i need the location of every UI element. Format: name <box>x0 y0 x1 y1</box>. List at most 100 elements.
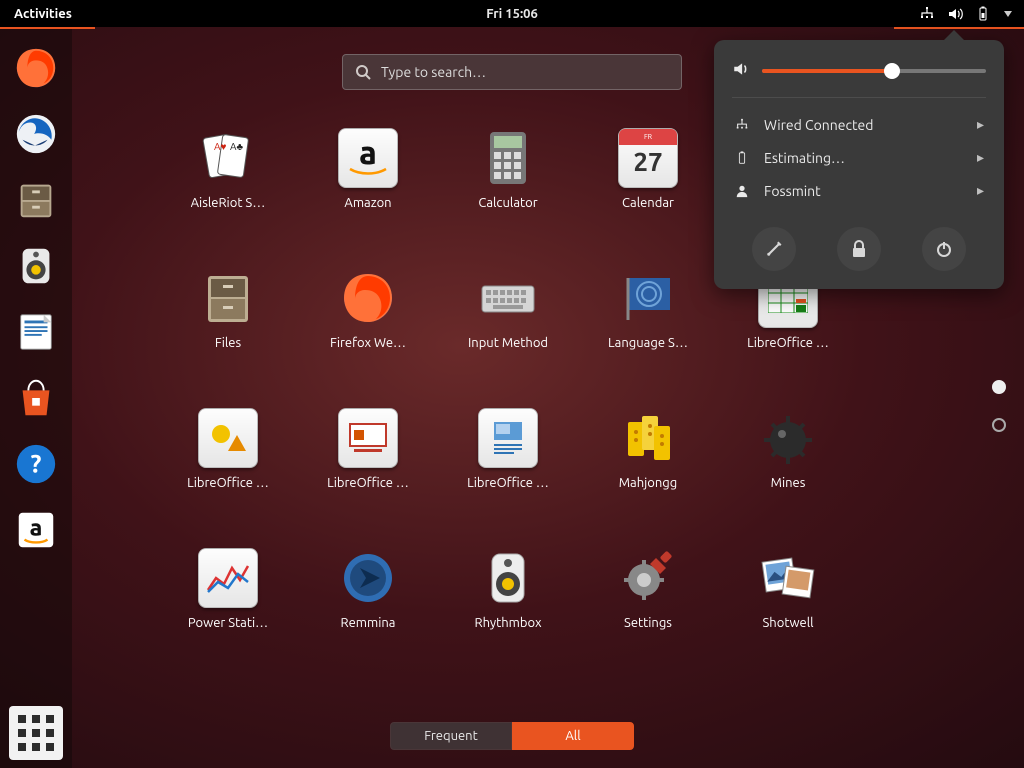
dock-app-libreoffice-writer[interactable] <box>9 305 63 359</box>
tab-frequent[interactable]: Frequent <box>390 722 512 750</box>
app-power-statistics[interactable]: Power Stati… <box>158 548 298 688</box>
activities-button[interactable]: Activities <box>8 5 78 23</box>
mahjongg-icon <box>618 408 678 468</box>
app-label: AisleRiot S… <box>191 196 266 210</box>
app-label: Mines <box>771 476 806 490</box>
dock-app-files[interactable] <box>9 173 63 227</box>
calendar-icon: FR27 <box>618 128 678 188</box>
app-label: LibreOffice … <box>327 476 409 490</box>
draw-icon <box>198 408 258 468</box>
dock-app-thunderbird[interactable] <box>9 107 63 161</box>
firefox-icon <box>338 268 398 328</box>
menu-item-battery[interactable]: Estimating… ▸ <box>732 141 986 174</box>
settings-action-button[interactable] <box>752 227 796 271</box>
system-menu-toggle-icon[interactable] <box>1004 11 1012 17</box>
app-language-support[interactable]: Language S… <box>578 268 718 408</box>
firefox-icon <box>13 45 59 91</box>
dock-app-help[interactable]: ? <box>9 437 63 491</box>
app-libreoffice-impress[interactable]: LibreOffice … <box>298 408 438 548</box>
systray-highlight <box>894 27 1024 29</box>
volume-indicator-icon[interactable] <box>946 5 964 23</box>
app-label: LibreOffice … <box>467 476 549 490</box>
app-input-method[interactable]: Input Method <box>438 268 578 408</box>
volume-slider[interactable] <box>762 69 986 73</box>
app-label: Remmina <box>341 616 396 630</box>
app-mahjongg[interactable]: Mahjongg <box>578 408 718 548</box>
file-cabinet-icon <box>13 177 59 223</box>
app-label: Shotwell <box>762 616 813 630</box>
speaker-icon <box>13 243 59 289</box>
top-bar: Activities Fri 15:06 <box>0 0 1024 27</box>
system-menu-popover: Wired Connected ▸ Estimating… ▸ Fossmint… <box>714 40 1004 289</box>
power-action-button[interactable] <box>922 227 966 271</box>
volume-icon <box>732 60 750 81</box>
globe-flag-icon <box>618 268 678 328</box>
network-indicator-icon[interactable] <box>918 5 936 23</box>
dock-app-ubuntu-software[interactable] <box>9 371 63 425</box>
view-tabs: Frequent All <box>390 722 634 750</box>
svg-text:a: a <box>30 516 43 541</box>
user-icon <box>734 184 750 198</box>
tab-all[interactable]: All <box>512 722 634 750</box>
app-shotwell[interactable]: Shotwell <box>718 548 858 688</box>
dock-app-rhythmbox[interactable] <box>9 239 63 293</box>
dock-app-amazon[interactable]: a <box>9 503 63 557</box>
app-label: LibreOffice … <box>747 336 829 350</box>
lock-action-button[interactable] <box>837 227 881 271</box>
menu-item-network[interactable]: Wired Connected ▸ <box>732 108 986 141</box>
app-calculator[interactable]: Calculator <box>438 128 578 268</box>
chart-icon <box>198 548 258 608</box>
mine-icon <box>758 408 818 468</box>
app-label: Calculator <box>478 196 537 210</box>
app-remmina[interactable]: Remmina <box>298 548 438 688</box>
app-firefox[interactable]: Firefox We… <box>298 268 438 408</box>
battery-icon <box>734 151 750 165</box>
search-icon <box>355 64 371 80</box>
menu-item-user[interactable]: Fossmint ▸ <box>732 174 986 207</box>
presentation-icon <box>338 408 398 468</box>
app-label: LibreOffice … <box>187 476 269 490</box>
page-indicator <box>992 380 1006 432</box>
app-aisleriot[interactable]: A♥A♣ AisleRiot S… <box>158 128 298 268</box>
dock-app-firefox[interactable] <box>9 41 63 95</box>
shopping-bag-icon <box>13 375 59 421</box>
app-libreoffice-writer[interactable]: LibreOffice … <box>438 408 578 548</box>
amazon-icon: a <box>338 128 398 188</box>
svg-text:?: ? <box>31 450 42 478</box>
thunderbird-icon <box>13 111 59 157</box>
app-label: Amazon <box>344 196 391 210</box>
app-mines[interactable]: Mines <box>718 408 858 548</box>
app-label: Power Stati… <box>188 616 268 630</box>
app-label: Firefox We… <box>330 336 406 350</box>
keyboard-icon <box>478 268 538 328</box>
battery-indicator-icon[interactable] <box>974 5 992 23</box>
app-label: Calendar <box>622 196 674 210</box>
gear-wrench-icon <box>618 548 678 608</box>
search-input[interactable]: Type to search… <box>342 54 682 90</box>
page-dot-2[interactable] <box>992 418 1006 432</box>
document-icon <box>13 309 59 355</box>
svg-text:A♥: A♥ <box>214 141 227 152</box>
app-label: Language S… <box>608 336 688 350</box>
show-applications-button[interactable] <box>9 706 63 760</box>
app-rhythmbox[interactable]: Rhythmbox <box>438 548 578 688</box>
search-placeholder: Type to search… <box>381 64 486 80</box>
page-dot-1[interactable] <box>992 380 1006 394</box>
app-files[interactable]: Files <box>158 268 298 408</box>
remmina-icon <box>338 548 398 608</box>
chevron-right-icon: ▸ <box>977 149 984 166</box>
menu-item-label: Estimating… <box>764 150 845 166</box>
network-icon <box>734 118 750 132</box>
volume-slider-thumb[interactable] <box>884 63 900 79</box>
app-calendar[interactable]: FR27 Calendar <box>578 128 718 268</box>
speaker-icon <box>478 548 538 608</box>
clock[interactable]: Fri 15:06 <box>486 7 538 21</box>
app-label: Files <box>215 336 241 350</box>
app-label: Rhythmbox <box>474 616 541 630</box>
app-libreoffice-calc[interactable]: LibreOffice … <box>718 268 858 408</box>
app-amazon[interactable]: a Amazon <box>298 128 438 268</box>
calculator-icon <box>478 128 538 188</box>
app-settings[interactable]: Settings <box>578 548 718 688</box>
app-libreoffice-draw[interactable]: LibreOffice … <box>158 408 298 548</box>
app-label: Settings <box>624 616 672 630</box>
